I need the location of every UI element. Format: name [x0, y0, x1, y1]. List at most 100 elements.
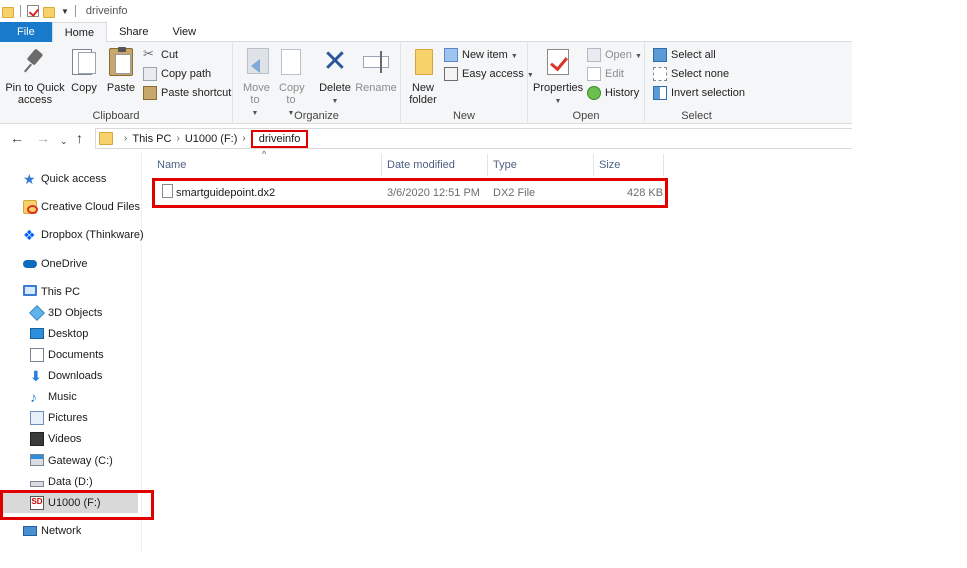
divider	[74, 5, 76, 17]
easy-access-button[interactable]: Easy access ▼	[444, 65, 534, 83]
invert-selection-button[interactable]: Invert selection	[653, 84, 745, 102]
sidebar-item-label: OneDrive	[41, 258, 88, 270]
tab-share[interactable]: Share	[107, 22, 160, 42]
delete-button[interactable]: ✕ Delete ▼	[317, 46, 353, 108]
clipboard-group: Pin to Quick access Copy Paste ✂ Cut Cop…	[0, 42, 233, 124]
navigation-bar: ← → ⌄ ↑ › This PC › U1000 (F:) › drivein…	[0, 125, 852, 152]
chevron-down-icon: ▼	[554, 98, 562, 105]
sidebar-item-onedrive[interactable]: OneDrive	[23, 254, 88, 274]
tab-file[interactable]: File	[0, 22, 52, 42]
open-group-label: Open	[572, 110, 600, 122]
desktop-icon	[30, 328, 44, 339]
breadcrumb-separator-icon[interactable]: ›	[242, 133, 245, 144]
sidebar-item-label: Data (D:)	[48, 476, 93, 488]
cut-label: Cut	[161, 49, 179, 61]
breadcrumb-separator-icon[interactable]: ›	[176, 133, 179, 144]
table-row[interactable]: smartguidepoint.dx2 3/6/2020 12:51 PM DX…	[152, 178, 668, 208]
new-item-icon	[444, 48, 458, 62]
copy-to-button[interactable]: Copy to ▼	[275, 46, 307, 120]
sidebar-item-downloads[interactable]: ⬇ Downloads	[30, 366, 102, 386]
paste-button[interactable]: Paste	[104, 46, 138, 94]
new-folder-button[interactable]: New folder	[407, 46, 439, 106]
move-to-button[interactable]: Move to ▼	[239, 46, 271, 120]
scissors-icon: ✂	[143, 46, 154, 61]
tab-view[interactable]: View	[160, 22, 208, 42]
tab-home[interactable]: Home	[51, 22, 108, 43]
sidebar-item-desktop[interactable]: Desktop	[30, 324, 88, 344]
sidebar-item-gateway-c[interactable]: Gateway (C:)	[30, 451, 113, 471]
sidebar-item-this-pc[interactable]: This PC	[23, 282, 81, 302]
select-none-label: Select none	[671, 68, 730, 80]
column-header-date-modified[interactable]: Date modified	[382, 154, 488, 176]
system-drive-icon	[30, 454, 44, 466]
sidebar-item-data-d[interactable]: Data (D:)	[30, 472, 93, 492]
select-none-icon	[653, 67, 667, 81]
star-icon: ★	[23, 171, 36, 187]
new-item-button[interactable]: New item ▼	[444, 46, 518, 64]
rename-button[interactable]: Rename	[355, 46, 397, 94]
cloud-icon	[23, 260, 37, 268]
properties-label: Properties	[533, 82, 584, 94]
sidebar-item-dropbox[interactable]: ❖ Dropbox (Thinkware)	[23, 225, 144, 245]
paste-shortcut-button[interactable]: Paste shortcut	[143, 84, 231, 102]
folder-icon	[2, 6, 14, 18]
file-type: DX2 File	[493, 187, 536, 199]
column-header-size[interactable]: Size	[594, 154, 664, 176]
pin-icon	[19, 46, 51, 78]
chevron-down-icon: ▼	[331, 98, 339, 105]
breadcrumb-this-pc[interactable]: This PC	[132, 133, 171, 145]
recent-locations-chevron-icon[interactable]: ⌄	[60, 133, 68, 149]
customize-quick-access-icon[interactable]: ▼	[61, 7, 69, 16]
creative-cloud-icon	[23, 200, 38, 214]
up-arrow-icon[interactable]: ↑	[76, 130, 83, 146]
copy-path-button[interactable]: Copy path	[143, 65, 211, 83]
sidebar-item-label: This PC	[41, 286, 81, 298]
forward-arrow-icon[interactable]: →	[36, 130, 50, 146]
select-all-button[interactable]: Select all	[653, 46, 716, 64]
sidebar-item-label: Music	[48, 391, 77, 403]
paste-shortcut-label: Paste shortcut	[161, 87, 232, 99]
videos-icon	[30, 432, 44, 446]
breadcrumb-u1000[interactable]: U1000 (F:)	[185, 133, 238, 145]
sidebar-item-pictures[interactable]: Pictures	[30, 408, 88, 428]
sidebar-item-network[interactable]: Network	[23, 521, 81, 541]
music-icon: ♪	[30, 389, 37, 405]
column-header-name[interactable]: Name	[152, 154, 382, 176]
history-button[interactable]: History	[587, 84, 639, 102]
address-bar[interactable]: › This PC › U1000 (F:) › driveinfo	[95, 128, 852, 149]
new-folder-icon[interactable]	[43, 6, 55, 18]
cut-button[interactable]: ✂ Cut	[143, 46, 178, 64]
copy-path-label: Copy path	[161, 68, 212, 80]
folder-icon	[99, 132, 113, 145]
sidebar-item-label: 3D Objects	[48, 307, 103, 319]
cube-icon	[29, 305, 45, 321]
back-arrow-icon[interactable]: ←	[10, 130, 24, 146]
breadcrumb-driveinfo[interactable]: driveinfo	[250, 129, 309, 148]
properties-button[interactable]: Properties ▼	[533, 46, 583, 108]
select-none-button[interactable]: Select none	[653, 65, 729, 83]
select-all-label: Select all	[671, 49, 716, 61]
file-size: 428 KB	[627, 187, 664, 199]
pin-to-quick-access-button[interactable]: Pin to Quick access	[4, 46, 66, 106]
network-icon	[23, 526, 37, 536]
copy-icon	[68, 46, 100, 78]
edit-button[interactable]: Edit	[587, 65, 624, 83]
breadcrumb-separator-icon[interactable]: ›	[124, 133, 127, 144]
pin-label: Pin to Quick access	[5, 82, 65, 106]
paste-icon	[105, 46, 137, 78]
sidebar-item-quick-access[interactable]: ★ Quick access	[23, 169, 106, 189]
copy-button[interactable]: Copy	[68, 46, 100, 94]
open-button[interactable]: Open ▼	[587, 46, 642, 64]
properties-check-icon[interactable]	[27, 5, 39, 17]
sidebar-item-music[interactable]: ♪ Music	[30, 387, 77, 407]
properties-icon	[542, 46, 574, 78]
dropbox-icon: ❖	[23, 227, 36, 243]
select-group-label: Select	[681, 110, 712, 122]
sidebar-item-videos[interactable]: Videos	[30, 429, 81, 449]
sidebar-item-3d-objects[interactable]: 3D Objects	[29, 303, 103, 323]
column-header-type[interactable]: Type	[488, 154, 594, 176]
copy-to-icon	[275, 46, 307, 78]
organize-group: Move to ▼ Copy to ▼ ✕ Delete ▼ Rename Or…	[233, 42, 401, 124]
sidebar-item-documents[interactable]: Documents	[30, 345, 104, 365]
sidebar-item-creative-cloud[interactable]: Creative Cloud Files	[23, 197, 140, 217]
